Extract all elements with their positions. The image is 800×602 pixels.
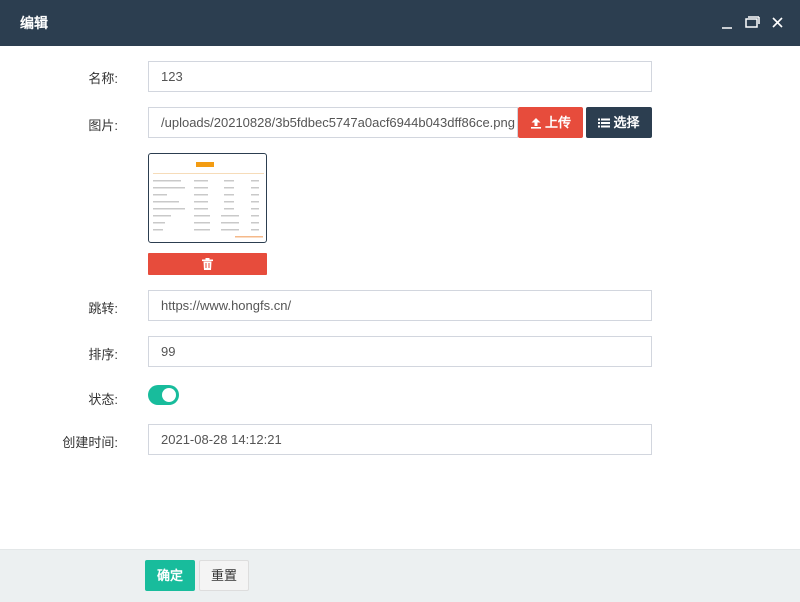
list-icon: [598, 118, 611, 128]
maximize-icon[interactable]: [742, 13, 762, 33]
thumbnail-image: [153, 162, 264, 238]
sort-input[interactable]: 99: [148, 336, 652, 367]
sort-label: 排序:: [88, 347, 118, 362]
dialog-title: 编辑: [20, 15, 48, 31]
dialog-footer: [0, 549, 800, 602]
upload-button[interactable]: 上传: [518, 107, 583, 138]
created-label: 创建时间:: [62, 435, 118, 450]
minimize-icon[interactable]: [718, 13, 738, 33]
reset-button[interactable]: 重置: [199, 560, 249, 591]
image-label: 图片:: [88, 118, 118, 133]
close-icon[interactable]: [768, 13, 788, 33]
status-toggle[interactable]: [148, 385, 179, 405]
toggle-knob: [162, 388, 176, 402]
ok-button[interactable]: 确定: [145, 560, 195, 591]
choose-label: 选择: [613, 115, 640, 130]
upload-icon: [530, 118, 541, 129]
trash-icon: [202, 258, 213, 270]
choose-button[interactable]: 选择: [586, 107, 652, 138]
link-label: 跳转:: [88, 301, 118, 316]
created-input[interactable]: 2021-08-28 14:12:21: [148, 424, 652, 455]
name-input[interactable]: 123: [148, 61, 652, 92]
name-label: 名称:: [88, 71, 118, 86]
dialog-titlebar: 编辑: [0, 0, 800, 46]
status-label: 状态:: [88, 392, 118, 407]
link-input[interactable]: https://www.hongfs.cn/: [148, 290, 652, 321]
upload-label: 上传: [544, 115, 571, 130]
delete-image-button[interactable]: [148, 253, 267, 275]
image-thumbnail[interactable]: [148, 153, 267, 243]
image-path-input[interactable]: /uploads/20210828/3b5fdbec5747a0acf6944b…: [148, 107, 518, 138]
